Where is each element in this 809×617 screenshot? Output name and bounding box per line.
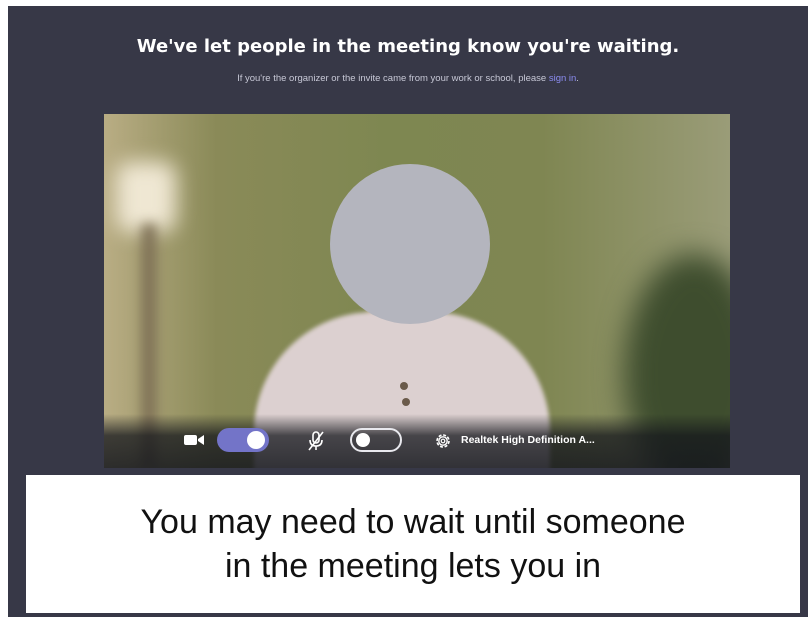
caption-line-1: You may need to wait until someone [140,503,686,541]
organizer-hint: If you're the organizer or the invite ca… [8,73,808,84]
sign-in-link[interactable]: sign in [549,73,576,84]
shirt-button [400,382,408,390]
lobby-screen: We've let people in the meeting know you… [8,6,808,617]
camera-toggle[interactable] [217,428,269,452]
shirt-button [402,398,410,406]
waiting-headline: We've let people in the meeting know you… [136,36,680,57]
background-lamp [116,162,176,232]
gear-icon[interactable] [434,432,452,450]
device-controls: Realtek High Definition A... [104,414,730,464]
audio-device-label[interactable]: Realtek High Definition A... [461,434,595,446]
microphone-muted-icon [308,431,324,451]
organizer-hint-text: If you're the organizer or the invite ca… [237,73,549,84]
microphone-toggle[interactable] [350,428,402,452]
organizer-hint-end: . [576,73,579,84]
video-camera-icon [184,435,204,445]
microphone-toggle-knob [356,433,370,447]
face-redaction-circle [330,164,490,324]
caption-box: You may need to wait until someone in th… [26,475,800,613]
camera-toggle-knob [247,431,265,449]
caption-line-2: in the meeting lets you in [224,547,602,585]
